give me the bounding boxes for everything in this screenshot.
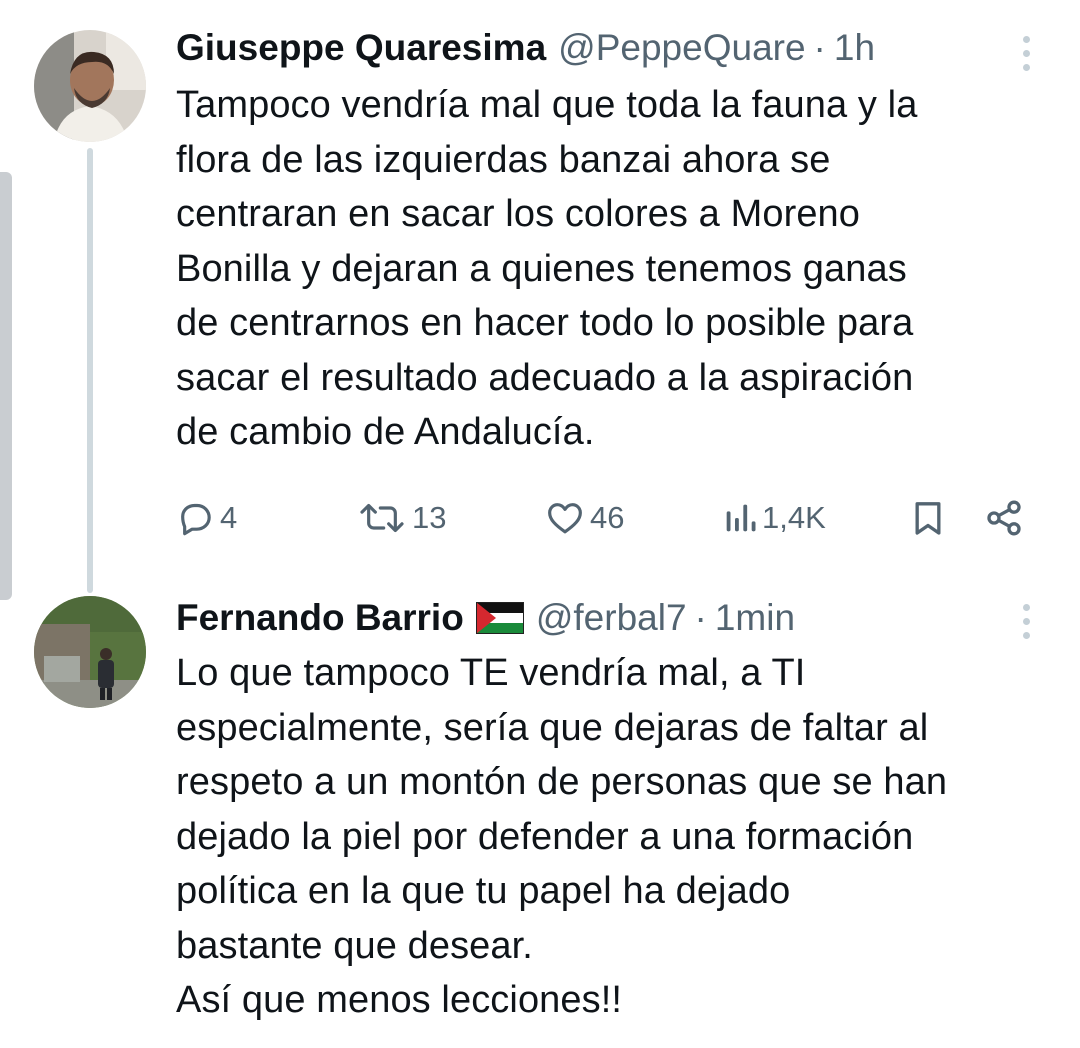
retweet-button[interactable]: 13 [356,494,446,542]
tweet-actions: 4 13 46 1,4K [176,494,1036,542]
tweet-header: Fernando Barrio @ferbal7 · 1min [176,596,795,640]
reply-count: 4 [220,500,238,535]
retweet-icon [356,498,408,538]
views-count: 1,4K [762,500,826,535]
tweet[interactable]: Giuseppe Quaresima @PeppeQuare · 1h Tamp… [0,0,1080,593]
like-icon [544,498,586,538]
bookmark-button[interactable] [908,494,948,542]
bookmark-icon [908,497,948,539]
tweet-text: Lo que tampoco TE vendría mal, a TI espe… [176,652,948,1021]
reply-button[interactable]: 4 [176,494,237,542]
tweet-text: Tampoco vendría mal que toda la fauna y … [176,84,918,453]
tweet-header: Giuseppe Quaresima @PeppeQuare · 1h [176,26,875,70]
timestamp[interactable]: 1min [715,596,795,640]
more-options-icon[interactable] [1020,604,1032,639]
author-name[interactable]: Giuseppe Quaresima [176,26,546,70]
avatar[interactable] [34,30,146,142]
reply-icon [176,498,216,538]
retweet-count: 13 [412,500,447,535]
like-count: 46 [590,500,625,535]
reply-thread-screen: Giuseppe Quaresima @PeppeQuare · 1h Tamp… [0,0,1080,1048]
avatar[interactable] [34,596,146,708]
separator-dot: · [813,27,826,68]
timestamp[interactable]: 1h [834,26,875,70]
separator-dot: · [694,597,707,638]
share-button[interactable] [984,494,1024,542]
tweet[interactable]: Fernando Barrio @ferbal7 · 1min Lo que t… [0,590,1080,1048]
author-handle[interactable]: @ferbal7 [536,596,687,640]
views-icon [722,498,758,538]
share-icon [984,498,1024,538]
author-name[interactable]: Fernando Barrio [176,596,464,640]
author-handle[interactable]: @PeppeQuare [558,26,805,70]
like-button[interactable]: 46 [544,494,624,542]
palestine-flag-emoji [475,602,524,634]
views-button[interactable]: 1,4K [722,494,826,542]
thread-connector-line [87,148,93,593]
more-options-icon[interactable] [1020,36,1032,71]
